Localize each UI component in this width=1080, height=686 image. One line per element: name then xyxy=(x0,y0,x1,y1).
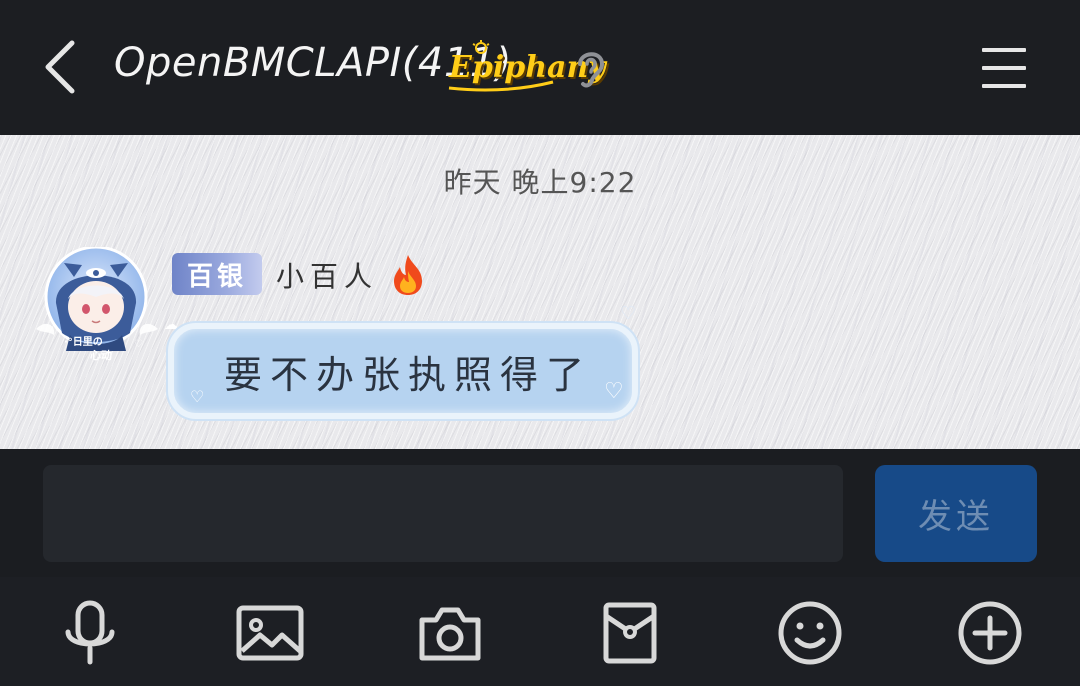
more-button[interactable] xyxy=(954,597,1026,669)
message-bubble-body: 要不办张执照得了 xyxy=(168,323,638,419)
message-timestamp: 昨天 晚上9:22 xyxy=(443,166,637,199)
heart-decoration-icon: ♡ xyxy=(190,387,205,406)
back-arrow-icon xyxy=(45,40,75,94)
camera-icon xyxy=(419,607,481,661)
chat-header: OpenBMCLAPI(411) Epiphany xyxy=(0,0,1080,135)
red-packet-button[interactable] xyxy=(594,597,666,669)
send-button[interactable]: 发送 xyxy=(875,465,1037,562)
chat-messages-area[interactable]: 昨天 晚上9:22 ·°日里の 心动 ♡ 百银 小百人 ♡ ☁ 要不办张执照得了… xyxy=(0,135,1080,449)
hamburger-menu-icon xyxy=(982,48,1026,88)
menu-button[interactable] xyxy=(980,45,1030,91)
bottom-toolbar xyxy=(0,577,1080,686)
image-button[interactable] xyxy=(234,597,306,669)
member-rank-badge: 百银 xyxy=(172,253,262,295)
plus-icon xyxy=(958,601,1022,665)
back-button[interactable] xyxy=(30,34,90,100)
heart-decoration-icon: ♡ xyxy=(620,303,637,324)
ear-icon xyxy=(578,52,605,88)
sender-name[interactable]: 小百人 xyxy=(276,255,378,295)
microphone-icon xyxy=(65,600,115,665)
message-input-bar: 发送 xyxy=(0,449,1080,577)
ear-button[interactable] xyxy=(572,46,610,90)
message-text: 要不办张执照得了 xyxy=(223,352,592,397)
emoji-button[interactable] xyxy=(774,597,846,669)
message-input[interactable] xyxy=(43,465,843,562)
image-icon xyxy=(236,605,304,661)
svg-text:♡: ♡ xyxy=(134,339,143,350)
fire-icon xyxy=(388,253,428,297)
red-packet-icon xyxy=(603,602,657,664)
heart-decoration-icon: ♡ xyxy=(604,379,624,404)
message-bubble[interactable]: ♡ ☁ 要不办张执照得了 ♡ ♡ xyxy=(164,303,654,449)
camera-button[interactable] xyxy=(414,597,486,669)
voice-button[interactable] xyxy=(54,597,126,669)
emoji-icon xyxy=(778,601,842,665)
brand-logo: Epiphany xyxy=(445,40,606,96)
svg-text:心动: 心动 xyxy=(90,348,112,362)
svg-text:·°日里の: ·°日里の xyxy=(64,336,103,348)
sender-avatar[interactable]: ·°日里の 心动 ♡ xyxy=(34,245,160,365)
